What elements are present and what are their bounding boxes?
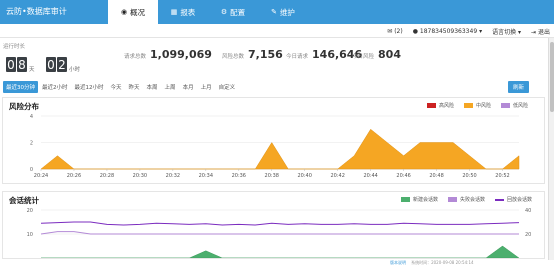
x-tick-label: 20:24 bbox=[34, 173, 48, 179]
footer: 版本说明 系统时间：2020-09-08 20:54:14 bbox=[0, 260, 554, 266]
session-stats-panel: 会话统计 新建会话数 失败会话数 回放会话数 10 20 20 40 bbox=[2, 191, 545, 259]
stat-value: 7,156 bbox=[248, 48, 283, 61]
dashboard-icon: ◉ bbox=[120, 8, 128, 16]
envelope-icon: ✉ bbox=[387, 28, 393, 35]
runtime-hours-digit: 2 bbox=[57, 57, 67, 72]
main-nav: ◉ 概况 ▦ 报表 ⚙ 配置 ✎ 维护 bbox=[108, 0, 308, 24]
version-link[interactable]: 版本说明 bbox=[390, 260, 406, 265]
wrench-icon: ✎ bbox=[271, 8, 277, 16]
runtime-hours-digit: 0 bbox=[46, 57, 56, 72]
x-tick-label: 20:52 bbox=[495, 173, 509, 179]
nav-tab-maintenance[interactable]: ✎ 维护 bbox=[258, 0, 308, 24]
x-tick-label: 20:34 bbox=[199, 173, 213, 179]
time-range-option[interactable]: 本月 bbox=[180, 81, 197, 93]
refresh-button[interactable]: 刷新 bbox=[508, 81, 530, 93]
y-tick-label-left: 20 bbox=[27, 208, 33, 214]
series-line-replay-sessions bbox=[40, 221, 520, 226]
language-switch[interactable]: 语言切换 ▾ bbox=[492, 27, 521, 36]
time-range-selector: 最近30分钟 最近2小时 最近12小时 今天 昨天 本周 上周 本月 上月 自定义 bbox=[3, 81, 238, 93]
logout-label: 退出 bbox=[537, 29, 550, 36]
stat-total-requests: 请求总数 1,099,069 bbox=[124, 48, 212, 61]
runtime-days-digit: 0 bbox=[6, 57, 16, 72]
runtime-days-digit: 8 bbox=[17, 57, 27, 72]
nav-tab-overview[interactable]: ◉ 概况 bbox=[108, 0, 158, 24]
stat-value: 1,099,069 bbox=[150, 48, 212, 61]
footer-text: 版本说明 系统时间：2020-09-08 20:54:14 bbox=[390, 260, 474, 266]
time-range-option[interactable]: 最近2小时 bbox=[39, 81, 71, 93]
x-tick-label: 20:46 bbox=[396, 173, 410, 179]
time-range-option[interactable]: 上周 bbox=[162, 81, 179, 93]
x-tick-label: 20:44 bbox=[363, 173, 377, 179]
y-tick-label-left: 10 bbox=[27, 232, 33, 238]
language-label: 语言切换 bbox=[492, 29, 517, 36]
nav-tab-label: 报表 bbox=[180, 7, 196, 17]
top-navbar: 云防•数据库审计 ◉ 概况 ▦ 报表 ⚙ 配置 ✎ 维护 bbox=[0, 0, 554, 24]
table-icon: ▦ bbox=[170, 8, 178, 16]
y-tick-label: 2 bbox=[30, 141, 33, 147]
gears-icon: ⚙ bbox=[220, 8, 228, 16]
time-range-option[interactable]: 自定义 bbox=[216, 81, 239, 93]
risk-distribution-chart: 0 2 4 20:24 20:26 20:28 20:30 20:32 20:34 20:36 20… bbox=[30, 114, 520, 179]
runtime-label: 运行时长 bbox=[3, 44, 26, 50]
runtime-hours-unit: 小时 bbox=[69, 67, 81, 73]
series-area-new-sessions bbox=[41, 245, 520, 258]
nav-tab-label: 配置 bbox=[230, 7, 246, 17]
user-bar: ✉ (2) ● 18783450936334​9 ▾ 语言切换 ▾ ⇥ 退出 bbox=[0, 24, 554, 38]
x-tick-label: 20:36 bbox=[232, 173, 246, 179]
x-tick-label: 20:50 bbox=[462, 173, 476, 179]
stat-value: 804 bbox=[378, 48, 401, 61]
y-tick-label-right: 20 bbox=[525, 232, 531, 238]
runtime-days-unit: 天 bbox=[29, 67, 35, 73]
x-tick-label: 20:28 bbox=[100, 173, 114, 179]
x-tick-label: 20:32 bbox=[166, 173, 180, 179]
series-area-medium-risk bbox=[40, 128, 520, 170]
risk-distribution-panel: 风险分布 高风险 中风险 低风险 0 2 4 20:24 20:26 20:28 20:30… bbox=[2, 97, 545, 184]
username: 18783450936334​9 bbox=[419, 28, 478, 35]
nav-tab-label: 概况 bbox=[130, 7, 146, 17]
caret-down-icon: ▾ bbox=[518, 29, 522, 36]
stat-total-risks: 风险总数 7,156 bbox=[222, 48, 283, 61]
stat-today-requests: 今日请求 146,646 bbox=[286, 48, 362, 61]
x-tick-label: 20:40 bbox=[298, 173, 312, 179]
x-tick-label: 20:48 bbox=[429, 173, 443, 179]
time-range-option[interactable]: 最近30分钟 bbox=[3, 81, 38, 93]
logout-link[interactable]: ⇥ 退出 bbox=[531, 27, 550, 36]
x-tick-label: 20:42 bbox=[330, 173, 344, 179]
logout-icon: ⇥ bbox=[531, 29, 537, 36]
series-line-failed-sessions bbox=[40, 231, 519, 235]
stat-label: 风险总数 bbox=[222, 54, 245, 60]
y-tick-label-right: 40 bbox=[525, 208, 531, 214]
system-time: 系统时间：2020-09-08 20:54:14 bbox=[411, 260, 474, 265]
stat-label: 今日请求 bbox=[286, 54, 309, 60]
x-tick-label: 20:38 bbox=[265, 173, 279, 179]
scrollbar-thumb[interactable] bbox=[550, 42, 554, 112]
time-range-option[interactable]: 今天 bbox=[108, 81, 125, 93]
stat-label: 请求总数 bbox=[124, 54, 147, 60]
nav-tab-label: 维护 bbox=[279, 7, 295, 17]
y-tick-label: 4 bbox=[30, 114, 33, 120]
x-tick-label: 20:26 bbox=[67, 173, 81, 179]
stat-today-risks: 今日风险 804 bbox=[352, 48, 401, 61]
session-stats-chart: 10 20 20 40 bbox=[27, 208, 531, 258]
messages-count: (2) bbox=[394, 28, 403, 35]
time-range-option[interactable]: 本周 bbox=[144, 81, 161, 93]
caret-down-icon: ▾ bbox=[479, 28, 483, 35]
y-tick-label: 0 bbox=[30, 167, 33, 173]
nav-tab-config[interactable]: ⚙ 配置 bbox=[208, 0, 258, 24]
time-range-option[interactable]: 昨天 bbox=[126, 81, 143, 93]
time-range-option[interactable]: 上月 bbox=[198, 81, 215, 93]
nav-tab-reports[interactable]: ▦ 报表 bbox=[158, 0, 208, 24]
user-menu[interactable]: ● 18783450936334​9 ▾ bbox=[413, 28, 482, 35]
time-range-option[interactable]: 最近12小时 bbox=[72, 81, 107, 93]
stat-label: 今日风险 bbox=[352, 54, 375, 60]
messages-link[interactable]: ✉ (2) bbox=[387, 28, 402, 35]
x-tick-label: 20:30 bbox=[133, 173, 147, 179]
page-scrollbar[interactable] bbox=[548, 38, 554, 260]
user-icon: ● bbox=[412, 28, 418, 35]
brand-logo[interactable]: 云防•数据库审计 bbox=[6, 6, 67, 17]
